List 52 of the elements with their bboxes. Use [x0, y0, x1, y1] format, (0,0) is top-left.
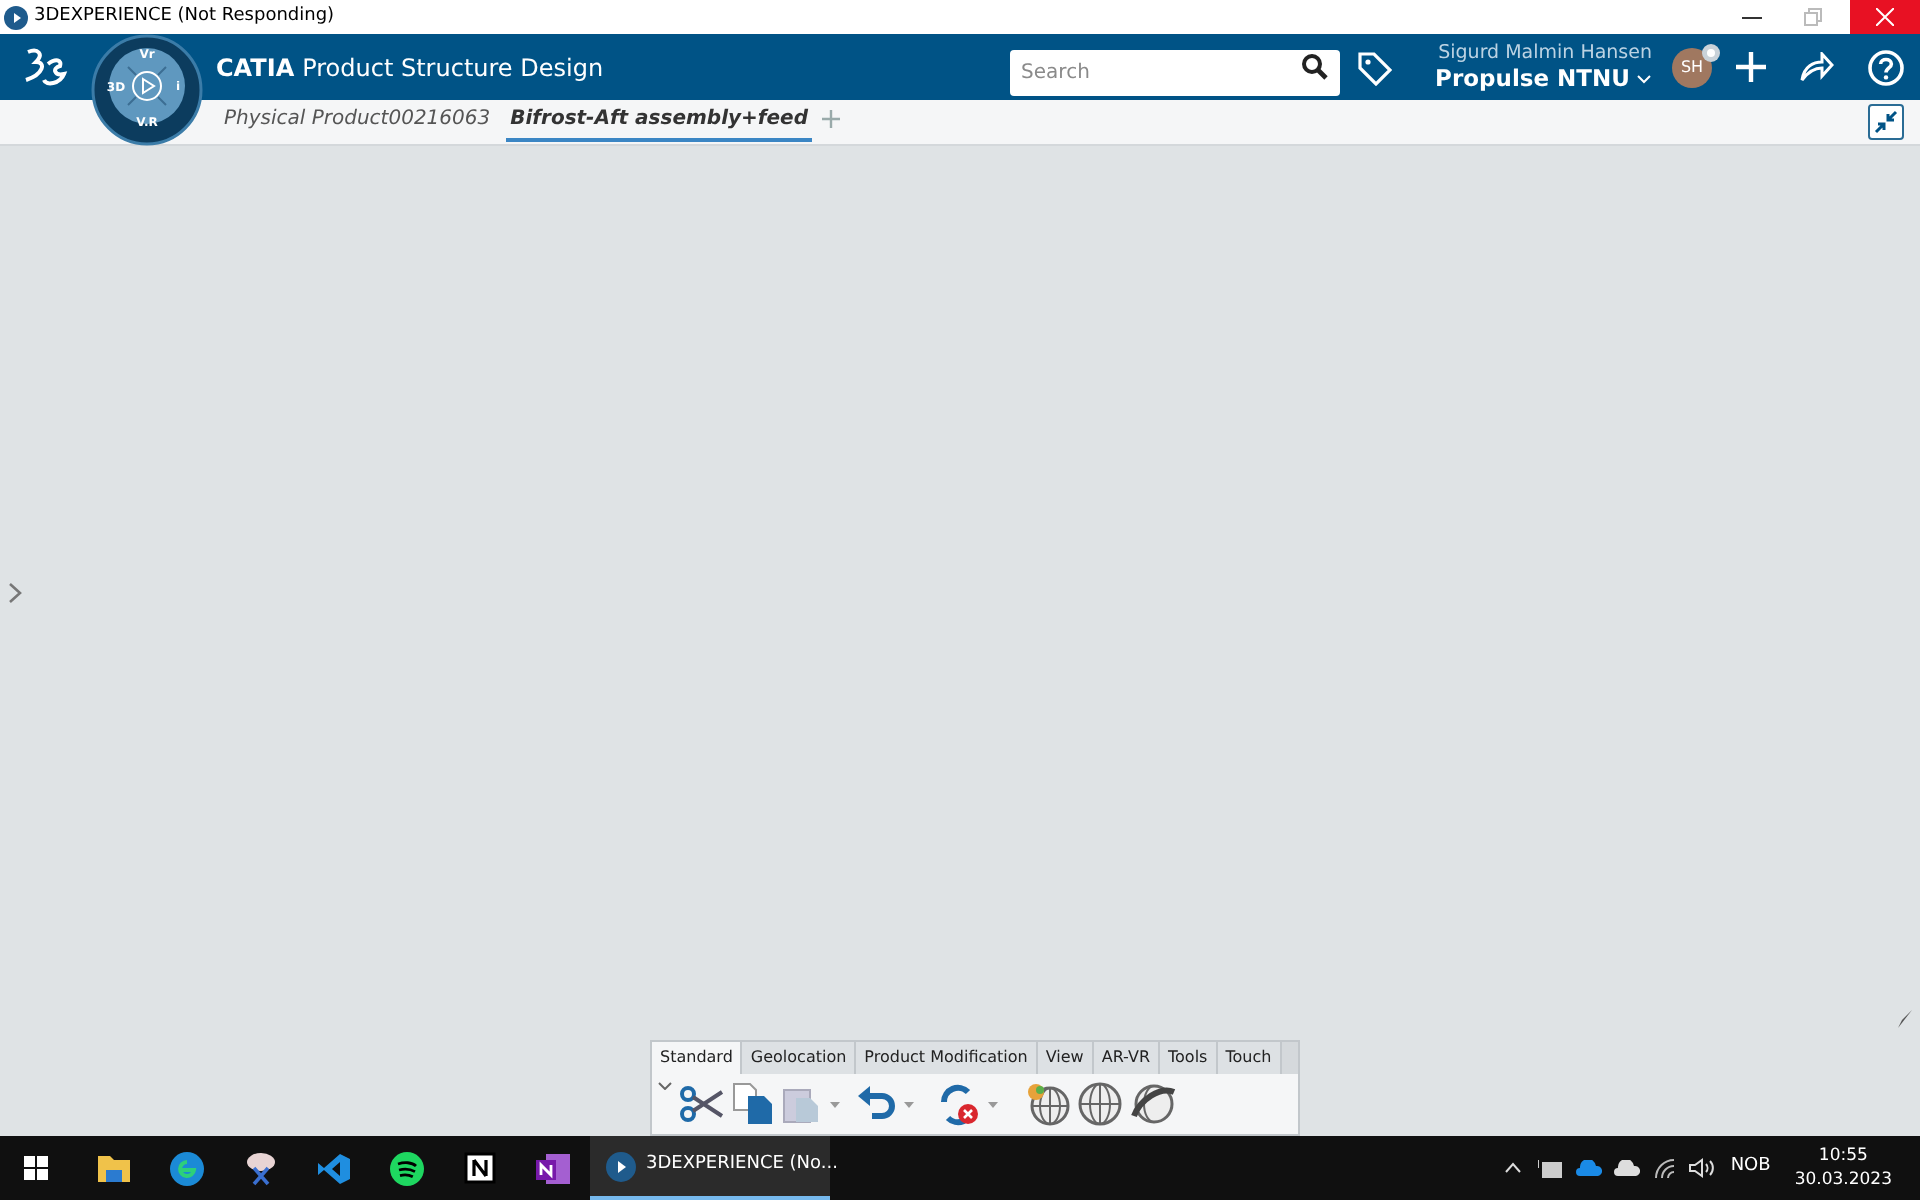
battery-icon[interactable] — [1538, 1159, 1563, 1177]
collapse-button[interactable] — [1868, 104, 1904, 140]
status-dot-icon — [1702, 43, 1720, 61]
scissors-icon[interactable] — [680, 1084, 724, 1124]
rotating-globe-icon[interactable] — [1130, 1082, 1178, 1126]
toolbar-tab[interactable]: Product Modification — [856, 1042, 1038, 1074]
caret-icon[interactable] — [658, 1082, 672, 1090]
search-icon[interactable] — [1301, 54, 1328, 80]
windows-start-icon[interactable] — [24, 1156, 48, 1180]
cloud-icon[interactable] — [1614, 1160, 1641, 1176]
tag-icon[interactable] — [1355, 49, 1392, 85]
search-field[interactable]: Search — [1009, 50, 1340, 96]
toolbar-tab[interactable]: View — [1037, 1042, 1094, 1074]
globe-icon[interactable] — [1026, 1082, 1070, 1126]
app-title: Product Structure Design — [302, 51, 604, 85]
code-editor-icon[interactable] — [316, 1151, 350, 1185]
copy-icon[interactable] — [732, 1082, 774, 1126]
organization-selector[interactable]: Propulse NTNU — [1435, 68, 1652, 91]
avatar[interactable]: SH — [1672, 47, 1712, 87]
chevron-up-icon[interactable] — [1504, 1162, 1523, 1174]
undo-icon[interactable] — [856, 1086, 896, 1122]
document-tab[interactable]: Bifrost-Aft assembly+feed — [506, 104, 812, 142]
toolbar-tab[interactable]: AR-VR — [1093, 1042, 1160, 1074]
wifi-icon[interactable] — [1654, 1158, 1677, 1178]
window-title: 3DEXPERIENCE (Not Responding) — [34, 8, 335, 26]
close-button[interactable] — [1850, 0, 1920, 34]
folder-icon[interactable] — [98, 1154, 130, 1182]
document-tab[interactable]: Physical Product00216063 — [220, 104, 495, 142]
scissors-app-icon[interactable] — [244, 1151, 278, 1185]
app-icon — [606, 1151, 636, 1181]
toolbar-tab[interactable]: Standard — [652, 1042, 743, 1074]
logo-icon — [22, 47, 68, 87]
plus-icon[interactable] — [1736, 52, 1766, 82]
notes-app-icon[interactable] — [464, 1152, 496, 1184]
expand-panel-icon[interactable] — [8, 582, 22, 604]
brand-name: CATIA — [216, 51, 295, 85]
browser-icon[interactable] — [170, 1151, 204, 1185]
close-icon[interactable] — [1876, 8, 1894, 26]
corner-handle-icon[interactable] — [1896, 1010, 1914, 1030]
language-indicator[interactable]: NOB — [1730, 1154, 1771, 1182]
toolbar-tab[interactable]: Geolocation — [742, 1042, 857, 1074]
update-icon[interactable] — [938, 1083, 980, 1125]
globe-icon[interactable] — [1078, 1082, 1122, 1126]
help-icon[interactable] — [1868, 49, 1904, 85]
user-name: Sigurd Malmin Hansen — [1438, 43, 1652, 62]
share-icon[interactable] — [1800, 52, 1834, 82]
speaker-icon[interactable] — [1688, 1158, 1715, 1178]
toolbar-tab[interactable]: Tools — [1160, 1042, 1218, 1074]
notebook-app-icon[interactable] — [536, 1151, 570, 1185]
toolbar-tab[interactable]: Touch — [1217, 1042, 1282, 1074]
clock[interactable]: 10:55 30.03.2023 — [1794, 1144, 1892, 1192]
music-app-icon[interactable] — [390, 1151, 424, 1185]
